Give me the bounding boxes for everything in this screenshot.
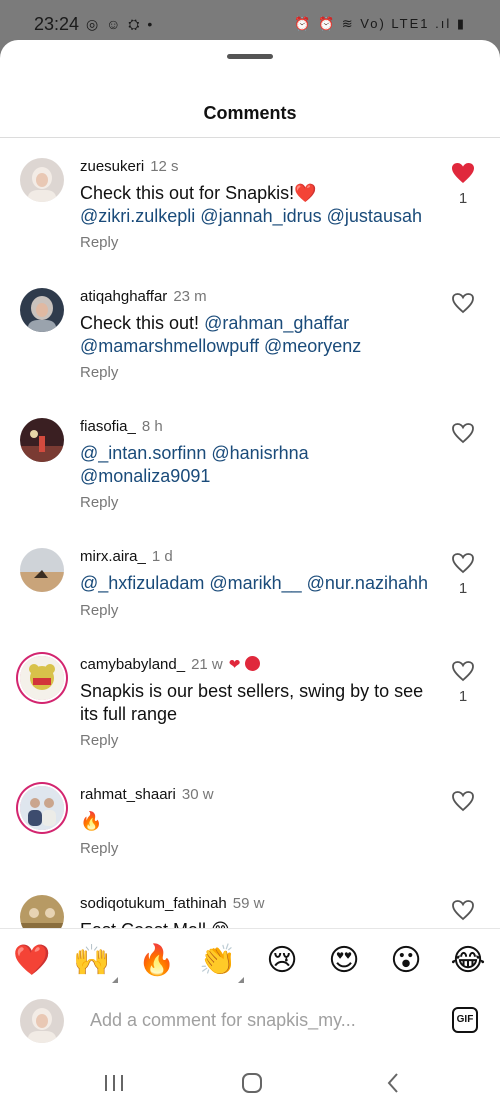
comment-text-plain: Check this out! bbox=[80, 313, 205, 333]
comment-text: @_intan.sorfinn @hanisrhna @monaliza9091 bbox=[80, 442, 440, 488]
comment-text: Check this out! @rahman_ghaffar @mamarsh… bbox=[80, 312, 440, 358]
sheet-drag-handle[interactable] bbox=[227, 54, 273, 59]
reply-button[interactable]: Reply bbox=[80, 732, 118, 749]
heart-emoji-button[interactable]: ❤️ bbox=[12, 941, 52, 981]
reply-button[interactable]: Reply bbox=[80, 364, 118, 381]
comment-time: 1 d bbox=[151, 548, 173, 565]
comment-username[interactable]: sodiqotukum_fathinah bbox=[80, 895, 227, 912]
comment-time: 30 w bbox=[181, 786, 214, 803]
back-icon[interactable] bbox=[380, 1071, 408, 1095]
avatar[interactable] bbox=[20, 288, 64, 332]
skin-tone-indicator bbox=[238, 977, 244, 983]
surprised-face-emoji-button[interactable]: 😮 bbox=[386, 941, 426, 981]
comment-text-line: Snapkis is our best sellers, swing by to… bbox=[80, 681, 424, 701]
status-left-icons: ◎ ☺ ⛭ • bbox=[86, 16, 155, 32]
avatar[interactable] bbox=[20, 418, 64, 462]
clapping-hands-emoji-button[interactable]: 👏 bbox=[198, 941, 244, 983]
comment-username[interactable]: atiqahghaffar bbox=[80, 288, 167, 305]
avatar[interactable] bbox=[20, 786, 64, 830]
mention-link[interactable]: @rahman_ghaffar bbox=[204, 313, 349, 333]
creator-badge-icon bbox=[244, 656, 260, 671]
comment-time: 23 m bbox=[173, 288, 207, 305]
avatar[interactable] bbox=[20, 158, 64, 202]
like-count: 1 bbox=[458, 580, 468, 597]
heart-outline-icon[interactable] bbox=[451, 552, 475, 574]
comment-text: Snapkis is our best sellers, swing by to… bbox=[80, 680, 440, 726]
comment-username[interactable]: rahmat_shaari bbox=[80, 786, 176, 803]
comment-mentions[interactable]: @_intan.sorfinn @hanisrhna bbox=[80, 442, 440, 465]
comment-username[interactable]: camybabyland_ bbox=[80, 656, 185, 673]
reply-button[interactable]: Reply bbox=[80, 840, 118, 857]
heart-outline-icon[interactable] bbox=[451, 660, 475, 682]
comment-text-line: East Coast Mall 😊 bbox=[80, 919, 440, 928]
status-time: 23:24 bbox=[34, 14, 80, 34]
comment-text-line: Check this out for Snapkis!❤️ bbox=[80, 183, 317, 203]
reply-button[interactable]: Reply bbox=[80, 234, 118, 251]
system-navigation-bar bbox=[0, 1055, 500, 1111]
comment-text: 🔥 bbox=[80, 810, 440, 833]
heart-outline-icon[interactable] bbox=[451, 899, 475, 921]
raising-hands-emoji: 🙌 bbox=[73, 944, 111, 977]
comments-sheet: Comments zuesukeri 12 s Check this out fo… bbox=[0, 40, 500, 1111]
comment-time: 8 h bbox=[141, 418, 163, 435]
comment-time: 59 w bbox=[232, 895, 265, 912]
comment-input[interactable] bbox=[88, 1009, 422, 1032]
fire-emoji-button[interactable]: 🔥 bbox=[137, 941, 177, 981]
home-icon[interactable] bbox=[238, 1071, 266, 1095]
comment-text: Check this out for Snapkis!❤️ @zikri.zul… bbox=[80, 182, 440, 228]
comment-text-line: Check this out! @rahman_ghaffar bbox=[80, 312, 440, 335]
comment-mentions[interactable]: @monaliza9091 bbox=[80, 465, 440, 488]
comment-mentions[interactable]: @mamarshmellowpuff @meoryenz bbox=[80, 335, 440, 358]
clapping-hands-emoji: 👏 bbox=[199, 944, 237, 977]
heart-outline-icon[interactable] bbox=[451, 790, 475, 812]
comment-mentions[interactable]: @zikri.zulkepli @jannah_idrus @justausah bbox=[80, 205, 440, 228]
heart-filled-icon[interactable] bbox=[451, 162, 475, 184]
comment-composer: GIF bbox=[0, 991, 500, 1055]
heart-outline-icon[interactable] bbox=[451, 422, 475, 444]
comments-list[interactable]: zuesukeri 12 s Check this out for Snapkis… bbox=[0, 138, 500, 928]
recent-apps-icon[interactable] bbox=[100, 1071, 128, 1095]
avatar[interactable] bbox=[20, 548, 64, 592]
reply-button[interactable]: Reply bbox=[80, 602, 118, 619]
comment-text: East Coast Mall 😊 bbox=[80, 919, 440, 928]
comment-text: @_hxfizuladam @marikh__ @nur.nazihahh bbox=[80, 572, 440, 595]
status-right-icons: ⏰ ⏰ ≋ Vo) LTE1 .ıl ▮ bbox=[294, 16, 466, 31]
comment-text-line: its full range bbox=[80, 704, 178, 724]
creator-liked-heart-icon: ❤ bbox=[228, 656, 241, 672]
skin-tone-indicator bbox=[112, 977, 118, 983]
emoji-reaction-bar: ❤️ 🙌 🔥 👏 😢 😍 😮 😂 bbox=[0, 928, 500, 992]
comment-text-line: 🔥 bbox=[80, 811, 103, 831]
crying-face-emoji-button[interactable]: 😢 bbox=[262, 941, 302, 981]
status-bar: 23:24 ◎ ☺ ⛭ • ⏰ ⏰ ≋ Vo) LTE1 .ıl ▮ bbox=[0, 0, 500, 40]
comment-username[interactable]: fiasofia_ bbox=[80, 418, 136, 435]
raising-hands-emoji-button[interactable]: 🙌 bbox=[72, 941, 118, 983]
avatar[interactable] bbox=[20, 895, 64, 928]
current-user-avatar bbox=[20, 999, 64, 1043]
comment-time: 21 w bbox=[191, 656, 223, 673]
gif-button[interactable]: GIF bbox=[452, 1007, 478, 1033]
sheet-title: Comments bbox=[203, 103, 297, 123]
heart-eyes-emoji-button[interactable]: 😍 bbox=[324, 941, 364, 981]
comment-username[interactable]: zuesukeri bbox=[80, 158, 144, 175]
avatar[interactable] bbox=[20, 656, 64, 700]
comment-username[interactable]: mirx.aira_ bbox=[80, 548, 146, 565]
comment-time: 12 s bbox=[150, 158, 179, 175]
heart-outline-icon[interactable] bbox=[451, 292, 475, 314]
comment-mentions[interactable]: @_hxfizuladam @marikh__ @nur.nazihahh bbox=[80, 572, 440, 595]
laughing-face-emoji-button[interactable]: 😂 bbox=[448, 941, 488, 981]
like-count: 1 bbox=[458, 688, 468, 705]
like-count: 1 bbox=[458, 190, 468, 207]
reply-button[interactable]: Reply bbox=[80, 494, 118, 511]
